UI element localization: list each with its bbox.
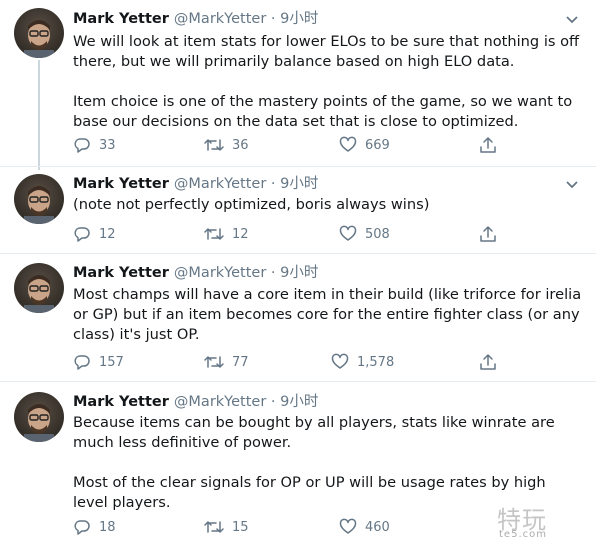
like-button[interactable]: 1,578 bbox=[331, 352, 394, 372]
reply-count: 33 bbox=[99, 137, 116, 153]
reply-icon bbox=[74, 227, 90, 242]
retweet-button[interactable]: 15 bbox=[204, 517, 249, 537]
tweet-text: Because items can be bought by all playe… bbox=[73, 414, 555, 511]
reply-count: 18 bbox=[99, 519, 116, 535]
watermark-sub: te5.com bbox=[499, 529, 547, 540]
reply-button[interactable]: 33 bbox=[73, 135, 116, 155]
author-name[interactable]: Mark Yetter bbox=[73, 265, 169, 281]
tweet-2[interactable]: Mark Yetter @MarkYetter · 9小时 (note not p… bbox=[0, 166, 596, 250]
chevron-down-icon[interactable] bbox=[564, 14, 580, 26]
like-count: 669 bbox=[365, 137, 390, 153]
tweet-text: We will look at item stats for lower ELO… bbox=[73, 33, 580, 130]
site-watermark: 特玩 te5.com bbox=[497, 500, 547, 540]
tweet-3[interactable]: Mark Yetter @MarkYetter · 9小时 Most champs… bbox=[0, 253, 596, 379]
like-button[interactable]: 508 bbox=[339, 224, 390, 244]
like-icon bbox=[331, 353, 349, 369]
tweet-text: (note not perfectly optimized, boris alw… bbox=[73, 196, 430, 213]
retweet-button[interactable]: 36 bbox=[204, 135, 249, 155]
retweet-count: 77 bbox=[232, 354, 249, 370]
tweet-actions: 18 15 460 bbox=[73, 517, 513, 537]
author-name[interactable]: Mark Yetter bbox=[73, 11, 169, 27]
author-handle[interactable]: @MarkYetter bbox=[174, 265, 266, 281]
timestamp[interactable]: 9小时 bbox=[280, 176, 318, 192]
avatar[interactable] bbox=[14, 392, 64, 442]
retweet-count: 36 bbox=[232, 137, 249, 153]
timestamp[interactable]: 9小时 bbox=[280, 265, 318, 281]
reply-icon bbox=[74, 138, 90, 153]
tweet-actions: 157 77 1,578 bbox=[73, 352, 513, 372]
author-name[interactable]: Mark Yetter bbox=[73, 176, 169, 192]
reply-button[interactable]: 18 bbox=[73, 517, 116, 537]
like-icon bbox=[339, 518, 357, 534]
like-count: 508 bbox=[365, 226, 390, 242]
retweet-button[interactable]: 77 bbox=[204, 352, 249, 372]
tweet-header: Mark Yetter @MarkYetter · 9小时 bbox=[73, 393, 318, 411]
retweet-icon bbox=[204, 521, 224, 533]
avatar[interactable] bbox=[14, 174, 64, 224]
share-button[interactable] bbox=[479, 352, 497, 372]
reply-button[interactable]: 12 bbox=[73, 224, 116, 244]
timestamp[interactable]: 9小时 bbox=[280, 394, 318, 410]
share-icon bbox=[480, 354, 496, 370]
reply-count: 157 bbox=[99, 354, 124, 370]
reply-count: 12 bbox=[99, 226, 116, 242]
like-count: 460 bbox=[365, 519, 390, 535]
share-button[interactable] bbox=[479, 135, 497, 155]
separator: · bbox=[270, 176, 276, 192]
retweet-icon bbox=[204, 356, 224, 368]
tweet-header: Mark Yetter @MarkYetter · 9小时 bbox=[73, 264, 318, 282]
author-name[interactable]: Mark Yetter bbox=[73, 394, 169, 410]
share-icon bbox=[480, 226, 496, 242]
author-handle[interactable]: @MarkYetter bbox=[174, 394, 266, 410]
timestamp[interactable]: 9小时 bbox=[280, 11, 318, 27]
like-count: 1,578 bbox=[357, 354, 395, 370]
like-icon bbox=[339, 225, 357, 241]
retweet-icon bbox=[204, 228, 224, 240]
reply-icon bbox=[74, 520, 90, 535]
share-button[interactable] bbox=[479, 224, 497, 244]
avatar[interactable] bbox=[14, 263, 64, 313]
tweet-text: Most champs will have a core item in the… bbox=[73, 286, 582, 343]
avatar[interactable] bbox=[14, 8, 64, 58]
tweet-header: Mark Yetter @MarkYetter · 9小时 bbox=[73, 175, 318, 193]
reply-button[interactable]: 157 bbox=[73, 352, 124, 372]
like-button[interactable]: 669 bbox=[339, 135, 390, 155]
separator: · bbox=[270, 11, 276, 27]
chevron-down-icon[interactable] bbox=[564, 179, 580, 191]
author-handle[interactable]: @MarkYetter bbox=[174, 11, 266, 27]
retweet-icon bbox=[204, 139, 224, 151]
tweet-header: Mark Yetter @MarkYetter · 9小时 bbox=[73, 10, 318, 28]
retweet-count: 12 bbox=[232, 226, 249, 242]
tweet-1[interactable]: Mark Yetter @MarkYetter · 9小时 We will loo… bbox=[0, 0, 596, 160]
like-button[interactable]: 460 bbox=[339, 517, 390, 537]
share-icon bbox=[480, 137, 496, 153]
like-icon bbox=[339, 136, 357, 152]
retweet-button[interactable]: 12 bbox=[204, 224, 249, 244]
separator: · bbox=[270, 394, 276, 410]
retweet-count: 15 bbox=[232, 519, 249, 535]
separator: · bbox=[270, 265, 276, 281]
reply-icon bbox=[74, 355, 90, 370]
tweet-actions: 12 12 508 bbox=[73, 224, 513, 244]
tweet-actions: 33 36 669 bbox=[73, 135, 513, 155]
author-handle[interactable]: @MarkYetter bbox=[174, 176, 266, 192]
